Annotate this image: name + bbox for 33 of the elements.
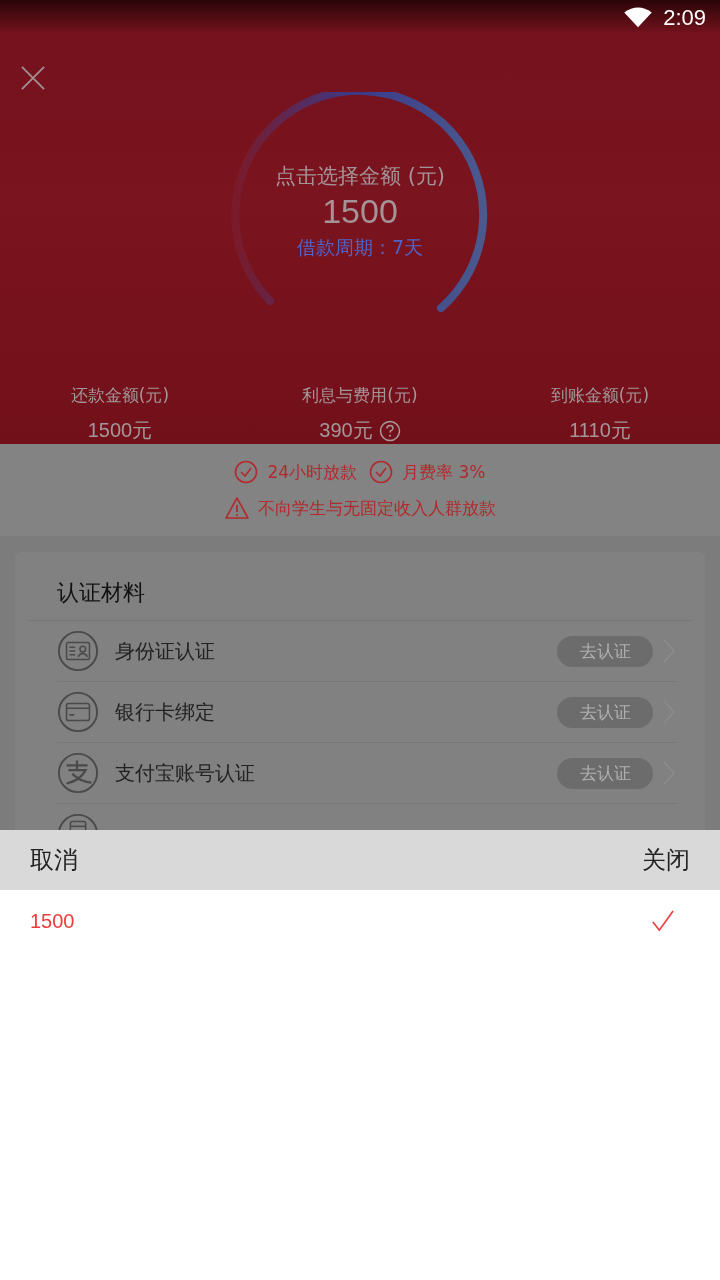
check-circle-icon bbox=[369, 460, 394, 484]
amount-option[interactable]: 1500 bbox=[0, 890, 720, 952]
verify-button[interactable]: 去认证 bbox=[557, 635, 653, 667]
checkmark-icon bbox=[652, 910, 674, 932]
feature-text: 24小时放款 bbox=[267, 460, 358, 484]
cancel-button[interactable]: 取消 bbox=[30, 844, 78, 876]
verify-button[interactable]: 去认证 bbox=[557, 696, 653, 728]
status-time: 2:09 bbox=[663, 5, 706, 31]
wifi-icon bbox=[623, 7, 654, 29]
loan-period: 借款周期：7天 bbox=[296, 235, 424, 260]
close-icon[interactable] bbox=[21, 66, 45, 90]
amount-value[interactable]: 1500 bbox=[322, 192, 398, 231]
amount-prompt[interactable]: 点击选择金额 (元) bbox=[274, 162, 446, 190]
item-label: 支付宝账号认证 bbox=[115, 759, 256, 787]
verify-button[interactable]: 去认证 bbox=[557, 757, 653, 789]
stat-label: 还款金额(元) bbox=[70, 384, 170, 407]
stat-value: 1500元 bbox=[87, 418, 153, 443]
stat-value: 390元 bbox=[319, 418, 373, 443]
card-title: 认证材料 bbox=[29, 552, 691, 621]
item-icon bbox=[57, 691, 99, 733]
feature-text: 月费率 3% bbox=[402, 460, 486, 484]
check-circle-icon bbox=[234, 460, 259, 484]
stat-label: 利息与费用(元) bbox=[302, 384, 418, 407]
help-icon[interactable] bbox=[378, 419, 401, 442]
item-label: 银行卡绑定 bbox=[115, 698, 216, 726]
feature-text: 不向学生与无固定收入人群放款 bbox=[257, 496, 496, 520]
item-label: 身份证认证 bbox=[115, 637, 216, 665]
item-icon bbox=[57, 630, 99, 672]
warning-icon bbox=[224, 496, 249, 520]
item-icon bbox=[57, 752, 99, 794]
close-button[interactable]: 关闭 bbox=[642, 844, 690, 876]
stat-value: 1110元 bbox=[569, 418, 631, 443]
stat-label: 到账金额(元) bbox=[550, 384, 650, 407]
